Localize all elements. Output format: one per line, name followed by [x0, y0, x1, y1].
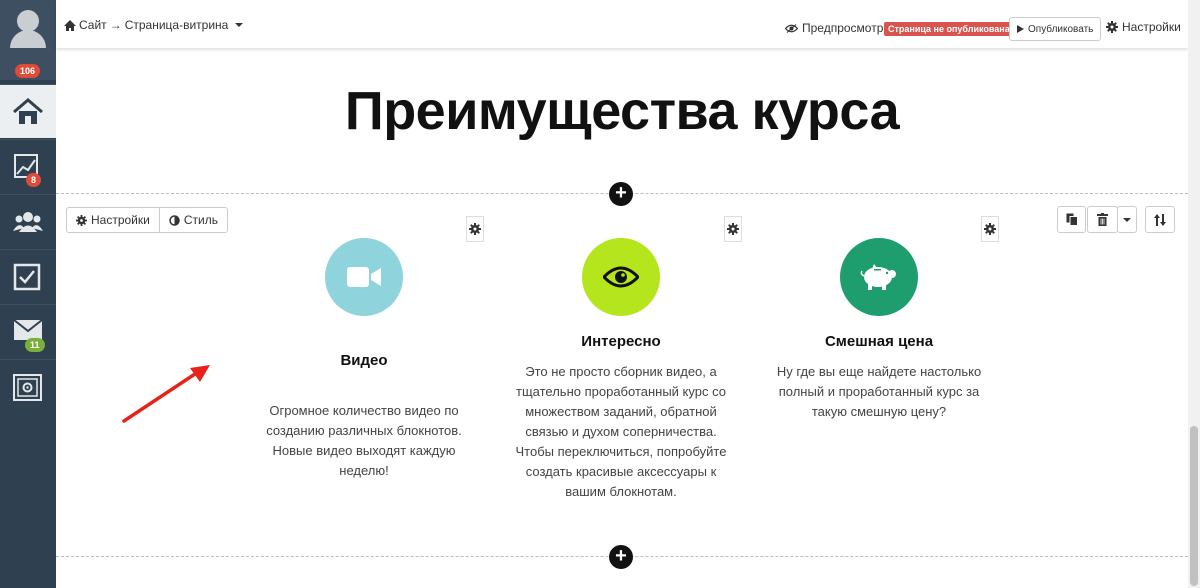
- copy-icon: [1066, 213, 1078, 226]
- feature-2-icon-circle[interactable]: [582, 238, 660, 316]
- feature-3-icon-circle[interactable]: [840, 238, 918, 316]
- block-toolbar: Настройки Стиль: [66, 207, 228, 233]
- annotation-arrow-icon: [122, 365, 210, 423]
- feature-1-icon-circle[interactable]: [325, 238, 403, 316]
- users-icon: [13, 212, 43, 232]
- status-badge: Страница не опубликована: [884, 22, 1014, 36]
- gear-icon: [984, 223, 996, 235]
- settings-label: Настройки: [1122, 20, 1181, 34]
- preview-label: Предпросмотр: [802, 21, 884, 35]
- chevron-down-icon[interactable]: [235, 23, 244, 27]
- mail-badge: 11: [25, 338, 45, 352]
- feature-2-text[interactable]: Это не просто сборник видео, а тщательно…: [508, 362, 734, 502]
- add-block-button-bottom[interactable]: +: [609, 545, 633, 569]
- scrollbar[interactable]: [1188, 0, 1200, 588]
- sidebar-item-tasks[interactable]: [0, 249, 56, 303]
- feature-1-title[interactable]: Видео: [264, 352, 464, 369]
- gear-icon: [76, 214, 87, 226]
- block-settings-button[interactable]: Настройки: [67, 208, 159, 232]
- page-heading: Преимущества курса: [344, 81, 900, 141]
- breadcrumb-page[interactable]: Страница-витрина: [125, 18, 229, 32]
- preview-link[interactable]: Предпросмотр: [785, 21, 883, 35]
- home-small-icon: [64, 19, 76, 31]
- sidebar-item-stats[interactable]: 8: [0, 139, 56, 193]
- gear-icon: [469, 223, 481, 235]
- eye-icon: [603, 266, 639, 288]
- video-camera-icon: [347, 267, 381, 287]
- breadcrumb-separator: →: [109, 18, 122, 32]
- block-style-label: Стиль: [183, 213, 218, 227]
- eye-slash-icon: [785, 23, 798, 33]
- checkbox-icon: [13, 263, 41, 291]
- breadcrumb-site[interactable]: Сайт: [79, 18, 107, 32]
- block-style-button[interactable]: Стиль: [158, 208, 227, 232]
- column-3-settings-button[interactable]: [981, 216, 999, 242]
- delete-block-button[interactable]: [1087, 206, 1118, 233]
- publish-label: Опубликовать: [1028, 23, 1094, 35]
- block-settings-label: Настройки: [91, 213, 150, 227]
- stats-badge: 8: [26, 173, 42, 187]
- gear-icon: [727, 223, 739, 235]
- copy-block-button[interactable]: [1057, 206, 1086, 233]
- block-menu-dropdown[interactable]: [1117, 206, 1137, 233]
- feature-2-title[interactable]: Интересно: [521, 333, 721, 350]
- notifications-badge: 106: [15, 64, 41, 78]
- column-1-settings-button[interactable]: [466, 216, 484, 242]
- settings-link[interactable]: Настройки: [1106, 20, 1181, 34]
- trash-icon: [1097, 213, 1108, 226]
- sidebar-item-mail[interactable]: 11: [0, 304, 56, 358]
- feature-3-title[interactable]: Смешная цена: [779, 333, 979, 350]
- column-2-settings-button[interactable]: [724, 216, 742, 242]
- safe-icon: [13, 374, 42, 401]
- top-bar: Сайт → Страница-витрина Предпросмотр Стр…: [56, 0, 1188, 48]
- feature-1-text[interactable]: Огромное количество видео по созданию ра…: [262, 401, 466, 481]
- publish-button[interactable]: Опубликовать: [1009, 17, 1102, 41]
- breadcrumb[interactable]: Сайт → Страница-витрина: [64, 18, 244, 32]
- sidebar-item-users[interactable]: [0, 194, 56, 248]
- piggy-bank-icon: [860, 264, 896, 290]
- move-block-button[interactable]: [1145, 206, 1175, 233]
- scrollbar-thumb[interactable]: [1190, 426, 1198, 586]
- caret-down-icon: [1123, 217, 1131, 222]
- avatar[interactable]: 106: [0, 0, 56, 80]
- add-block-button-top[interactable]: +: [609, 182, 633, 206]
- sidebar-item-safe[interactable]: [0, 359, 56, 413]
- contrast-icon: [169, 214, 180, 226]
- home-icon: [13, 98, 43, 124]
- sort-icon: [1154, 213, 1166, 226]
- sidebar-item-home[interactable]: [0, 84, 56, 138]
- gear-icon: [1106, 21, 1118, 33]
- feature-3-text[interactable]: Ну где вы еще найдете настолько полный и…: [771, 362, 987, 422]
- sidebar: 106 8 11: [0, 0, 56, 588]
- play-icon: [1017, 25, 1024, 33]
